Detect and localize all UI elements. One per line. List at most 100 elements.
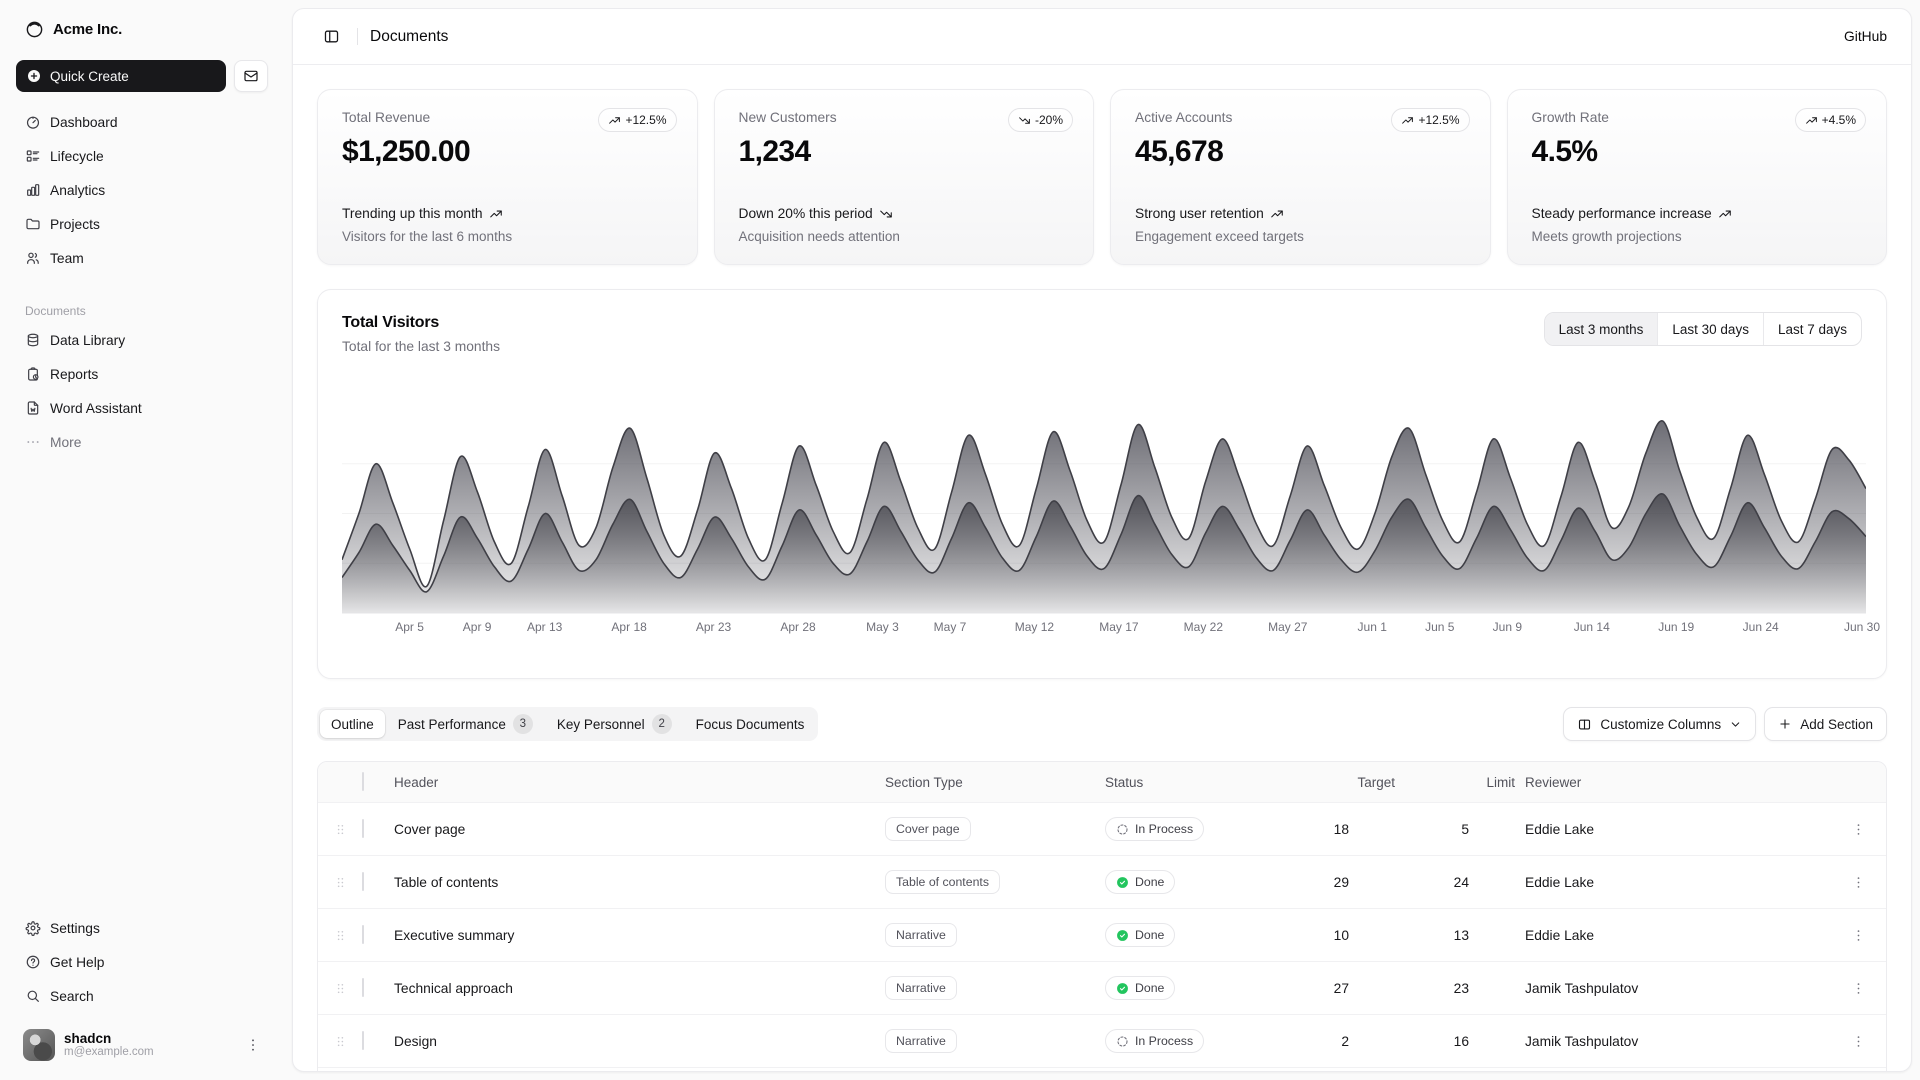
status-badge[interactable]: In Process: [1105, 817, 1204, 841]
reviewer-cell[interactable]: Eddie Lake: [1525, 928, 1830, 943]
row-menu-button[interactable]: [1830, 822, 1886, 837]
target-cell[interactable]: 27: [1285, 981, 1405, 996]
reviewer-cell[interactable]: Eddie Lake: [1525, 875, 1830, 890]
target-cell[interactable]: 18: [1285, 822, 1405, 837]
limit-cell[interactable]: 13: [1405, 928, 1525, 943]
section-type-badge: Narrative: [885, 976, 957, 1000]
select-all-checkbox[interactable]: [362, 772, 364, 791]
stat-footer-desc: Visitors for the last 6 months: [342, 229, 673, 244]
trending-up-icon: [1270, 207, 1284, 221]
sidebar-item-more[interactable]: More: [16, 426, 268, 458]
range-last-30-days[interactable]: Last 30 days: [1657, 313, 1763, 345]
x-axis-tick: Jun 9: [1493, 620, 1522, 634]
check-circle-icon: [1116, 929, 1129, 942]
sidebar-item-analytics[interactable]: Analytics: [16, 174, 268, 206]
status-badge[interactable]: Done: [1105, 976, 1175, 1000]
row-menu-button[interactable]: [1830, 928, 1886, 943]
reviewer-cell[interactable]: Jamik Tashpulatov: [1525, 981, 1830, 996]
section-type-badge: Cover page: [885, 817, 971, 841]
row-header-cell[interactable]: Cover page: [394, 822, 885, 837]
status-label: Done: [1135, 875, 1164, 889]
sidebar-toggle-button[interactable]: [317, 23, 345, 51]
trend-badge: +12.5%: [1391, 108, 1469, 132]
range-last-3-months[interactable]: Last 3 months: [1545, 313, 1658, 345]
x-axis-tick: Apr 9: [463, 620, 492, 634]
target-cell[interactable]: 10: [1285, 928, 1405, 943]
tab-label: Focus Documents: [696, 717, 805, 732]
gear-icon: [25, 920, 41, 936]
trend-badge: +12.5%: [598, 108, 676, 132]
row-header-cell[interactable]: Design: [394, 1034, 885, 1049]
status-badge[interactable]: Done: [1105, 870, 1175, 894]
search-icon: [25, 988, 41, 1004]
limit-cell[interactable]: 5: [1405, 822, 1525, 837]
github-link[interactable]: GitHub: [1844, 29, 1887, 44]
trending-up-icon: [1401, 114, 1414, 127]
inbox-button[interactable]: [234, 60, 268, 92]
row-header-cell[interactable]: Executive summary: [394, 928, 885, 943]
row-menu-button[interactable]: [1830, 1034, 1886, 1049]
sidebar-item-settings[interactable]: Settings: [16, 912, 268, 944]
x-axis-tick: Jun 5: [1425, 620, 1454, 634]
row-checkbox[interactable]: [362, 819, 364, 838]
sidebar-item-search[interactable]: Search: [16, 980, 268, 1012]
drag-handle[interactable]: [318, 1034, 362, 1049]
row-menu-button[interactable]: [1830, 875, 1886, 890]
user-menu[interactable]: shadcn m@example.com: [16, 1024, 268, 1066]
row-checkbox[interactable]: [362, 978, 364, 997]
row-checkbox[interactable]: [362, 1031, 364, 1050]
brand[interactable]: Acme Inc.: [16, 12, 268, 46]
status-badge[interactable]: Done: [1105, 923, 1175, 947]
target-cell[interactable]: 29: [1285, 875, 1405, 890]
trend-badge-value: +4.5%: [1822, 113, 1856, 127]
row-menu-button[interactable]: [1830, 981, 1886, 996]
sidebar-item-get-help[interactable]: Get Help: [16, 946, 268, 978]
reviewer-cell[interactable]: Jamik Tashpulatov: [1525, 1034, 1830, 1049]
row-checkbox[interactable]: [362, 872, 364, 891]
x-axis-tick: Apr 13: [527, 620, 562, 634]
quick-create-button[interactable]: Quick Create: [16, 60, 226, 92]
trending-up-icon: [1805, 114, 1818, 127]
target-cell[interactable]: 2: [1285, 1034, 1405, 1049]
sidebar-item-team[interactable]: Team: [16, 242, 268, 274]
reviewer-cell[interactable]: Eddie Lake: [1525, 822, 1830, 837]
trending-up-icon: [608, 114, 621, 127]
row-header-cell[interactable]: Table of contents: [394, 875, 885, 890]
tab-focus-documents[interactable]: Focus Documents: [685, 710, 816, 738]
dots-vertical-icon[interactable]: [245, 1037, 261, 1053]
drag-handle[interactable]: [318, 822, 362, 837]
limit-cell[interactable]: 16: [1405, 1034, 1525, 1049]
customize-columns-button[interactable]: Customize Columns: [1563, 707, 1756, 741]
range-last-7-days[interactable]: Last 7 days: [1763, 313, 1861, 345]
sidebar-item-reports[interactable]: Reports: [16, 358, 268, 390]
sidebar-item-projects[interactable]: Projects: [16, 208, 268, 240]
row-header-cell[interactable]: Technical approach: [394, 981, 885, 996]
trend-badge: -20%: [1008, 108, 1073, 132]
add-section-button[interactable]: Add Section: [1764, 707, 1887, 741]
tab-past-performance[interactable]: Past Performance 3: [387, 710, 544, 738]
tab-key-personnel[interactable]: Key Personnel 2: [546, 710, 683, 738]
limit-cell[interactable]: 23: [1405, 981, 1525, 996]
drag-handle[interactable]: [318, 928, 362, 943]
tab-outline[interactable]: Outline: [320, 710, 385, 738]
drag-handle[interactable]: [318, 875, 362, 890]
status-label: Done: [1135, 928, 1164, 942]
sidebar-item-lifecycle[interactable]: Lifecycle: [16, 140, 268, 172]
sidebar-item-data-library[interactable]: Data Library: [16, 324, 268, 356]
stat-footer-desc: Engagement exceed targets: [1135, 229, 1466, 244]
table-row: Table of contents Table of contents Done…: [318, 855, 1886, 908]
columns-icon: [1577, 717, 1592, 732]
column-status: Status: [1105, 775, 1285, 790]
plus-icon: [1778, 717, 1792, 731]
user-email: m@example.com: [64, 1047, 154, 1059]
table-row-clipped: [318, 1067, 1886, 1072]
drag-handle[interactable]: [318, 981, 362, 996]
row-checkbox[interactable]: [362, 925, 364, 944]
add-section-label: Add Section: [1800, 717, 1873, 732]
status-badge[interactable]: In Process: [1105, 1029, 1204, 1053]
help-icon: [25, 954, 41, 970]
sidebar-group-label: Documents: [16, 298, 268, 324]
limit-cell[interactable]: 24: [1405, 875, 1525, 890]
sidebar-item-word-assistant[interactable]: Word Assistant: [16, 392, 268, 424]
sidebar-item-dashboard[interactable]: Dashboard: [16, 106, 268, 138]
